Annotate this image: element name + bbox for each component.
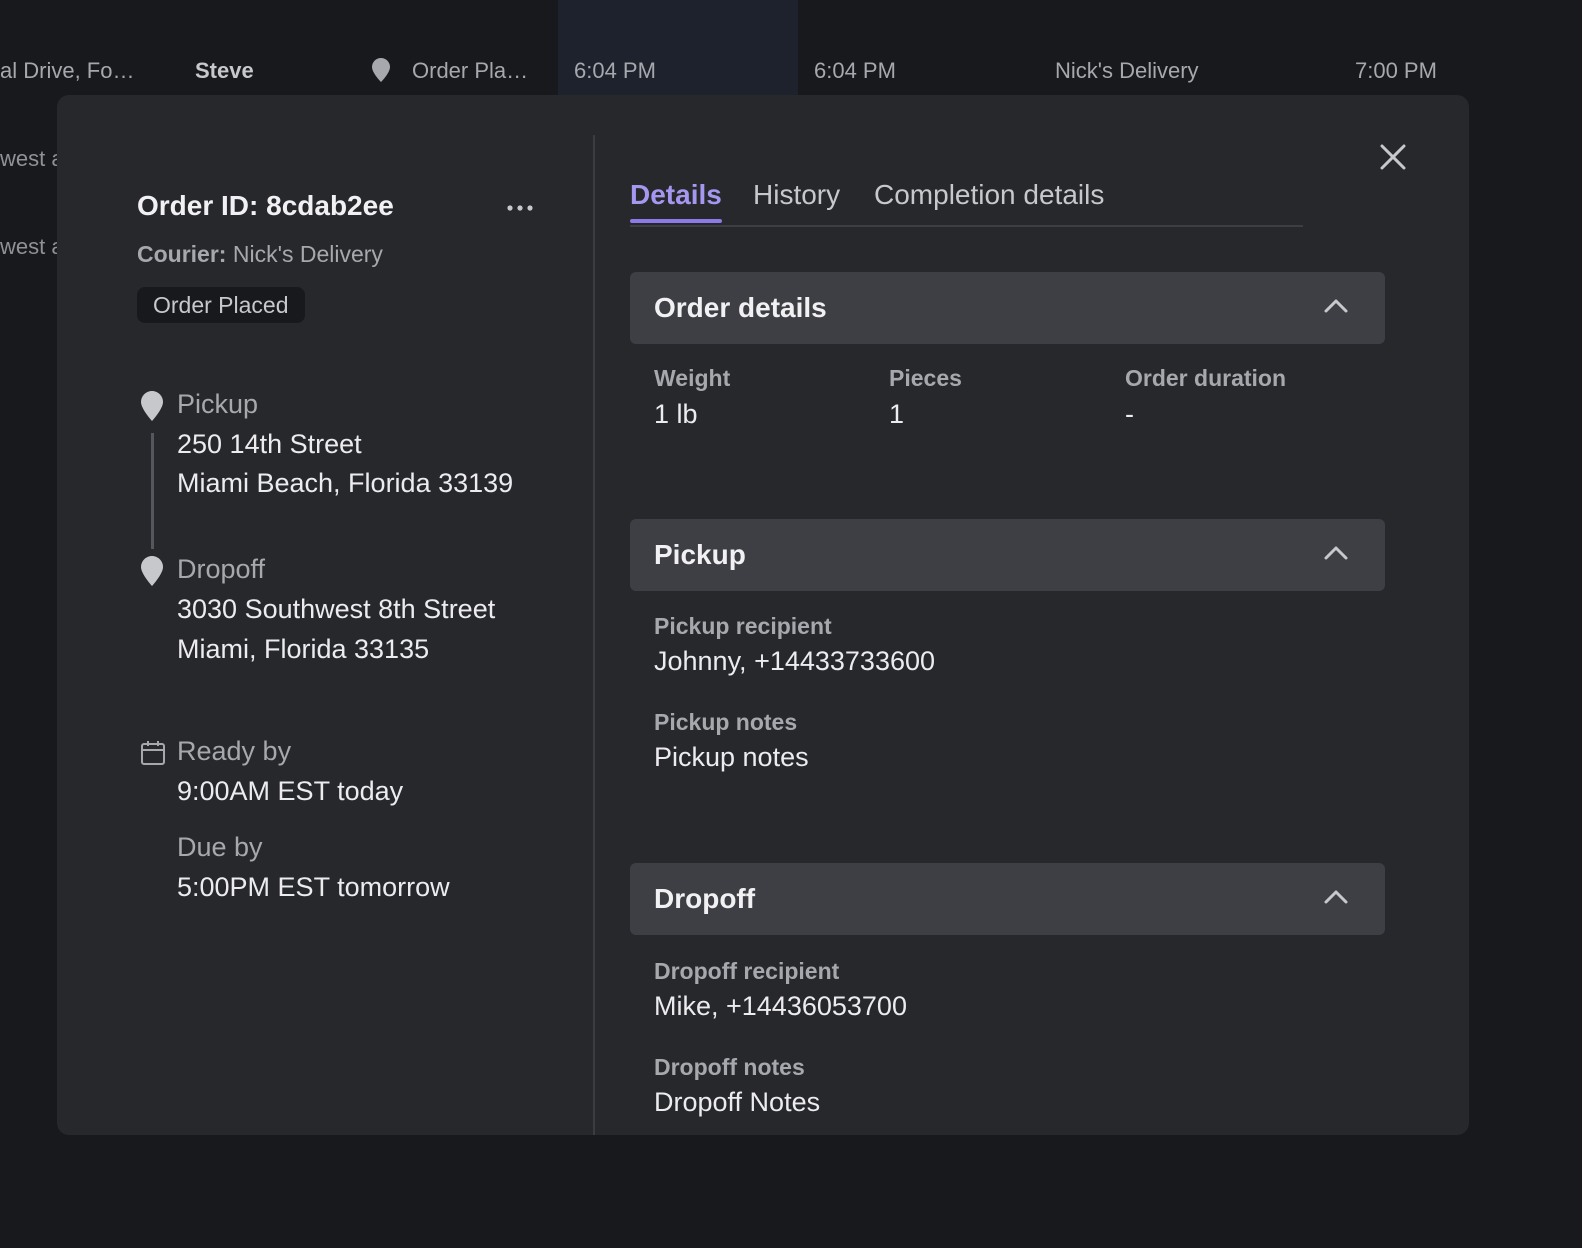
section-title: Pickup <box>654 539 746 570</box>
pickup-address-line1: 250 14th Street <box>177 429 362 459</box>
order-id: Order ID: 8cdab2ee <box>137 190 394 221</box>
close-button[interactable] <box>1377 141 1409 173</box>
chevron-up-icon <box>1324 890 1348 904</box>
dropoff-notes-label: Dropoff notes <box>654 1054 805 1080</box>
background-table-row: al Drive, Fo… Steve Order Pla… 6:04 PM 6… <box>0 0 1582 95</box>
pieces-label: Pieces <box>889 365 962 391</box>
dropoff-notes-value: Dropoff Notes <box>654 1087 821 1117</box>
status-cell: Order Pla… <box>412 58 529 83</box>
pieces-value: 1 <box>889 399 905 429</box>
pickup-notes-value: Pickup notes <box>654 742 809 772</box>
address-cell: al Drive, Fo… <box>0 58 135 83</box>
chevron-up-icon <box>1324 299 1348 313</box>
weight-value: 1 lb <box>654 399 698 429</box>
courier-cell: Nick's Delivery <box>1055 58 1199 83</box>
weight-label: Weight <box>654 365 731 391</box>
background-row-text: west a <box>0 234 64 259</box>
pickup-notes-label: Pickup notes <box>654 709 798 735</box>
customer-cell: Steve <box>195 58 254 83</box>
time-cell: 6:04 PM <box>814 58 896 83</box>
time-cell: 7:00 PM <box>1355 58 1437 83</box>
panel-divider <box>593 135 595 1135</box>
route-connector <box>151 433 154 549</box>
more-options-button[interactable] <box>505 193 535 223</box>
pickup-address-line2: Miami Beach, Florida 33139 <box>177 468 514 498</box>
order-detail-modal: Order ID: 8cdab2ee Courier: Nick's Deliv… <box>57 95 1469 1135</box>
dropoff-recipient-label: Dropoff recipient <box>654 958 840 984</box>
pickup-section-header[interactable]: Pickup <box>630 519 1385 591</box>
map-pin-icon <box>141 556 163 586</box>
background-row-text: west a <box>0 146 64 171</box>
tab-label: Details <box>630 179 722 210</box>
order-duration-value: - <box>1125 399 1134 429</box>
time-cell: 6:04 PM <box>574 58 656 83</box>
order-details-section-header[interactable]: Order details <box>630 272 1385 344</box>
tab-history[interactable]: History <box>753 179 840 211</box>
calendar-icon <box>141 741 165 765</box>
detail-tabs: Details History Completion details <box>630 179 1303 227</box>
pickup-recipient-value: Johnny, +14433733600 <box>654 646 936 676</box>
order-duration-label: Order duration <box>1125 365 1287 391</box>
dropoff-address-line1: 3030 Southwest 8th Street <box>177 594 496 624</box>
dropoff-label: Dropoff <box>177 554 266 584</box>
dropoff-recipient-value: Mike, +14436053700 <box>654 991 907 1021</box>
close-icon <box>1380 144 1406 170</box>
map-pin-icon <box>372 58 390 82</box>
courier-label: Courier: <box>137 241 227 267</box>
ellipsis-icon <box>507 205 533 211</box>
active-tab-indicator <box>630 219 722 223</box>
ready-by-label: Ready by <box>177 736 292 766</box>
section-title: Dropoff <box>654 883 756 914</box>
pickup-label: Pickup <box>177 389 259 419</box>
due-by-label: Due by <box>177 832 263 862</box>
map-pin-icon <box>141 391 163 421</box>
courier-info: Courier: Nick's Delivery <box>137 241 383 268</box>
tab-details[interactable]: Details <box>630 179 722 223</box>
section-title: Order details <box>654 292 827 323</box>
tab-completion-details[interactable]: Completion details <box>874 179 1104 211</box>
ready-by-value: 9:00AM EST today <box>177 776 404 806</box>
due-by-value: 5:00PM EST tomorrow <box>177 872 450 902</box>
dropoff-address-line2: Miami, Florida 33135 <box>177 634 430 664</box>
status-cell-icon <box>372 58 390 88</box>
chevron-up-icon <box>1324 546 1348 560</box>
pickup-recipient-label: Pickup recipient <box>654 613 832 639</box>
courier-name: Nick's Delivery <box>232 241 383 267</box>
status-badge: Order Placed <box>137 287 305 323</box>
dropoff-section-header[interactable]: Dropoff <box>630 863 1385 935</box>
